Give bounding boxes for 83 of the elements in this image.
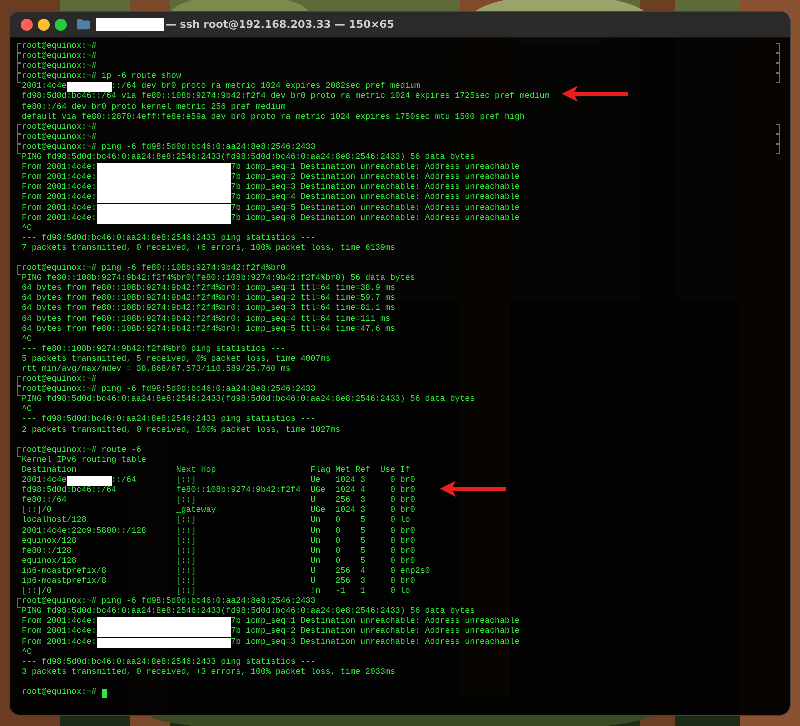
terminal-text: 7b icmp_seq=1 Destination unreachable: Address unreachable bbox=[231, 617, 520, 627]
terminal-line: rtt min/avg/max/mdev = 38.868/67.573/110.589/25.760 ms bbox=[22, 365, 291, 375]
terminal-line: 64 bytes from fe80::108b:9274:9b42:f2f4%br0: icmp_seq=1 ttl=64 time=38.9 ms bbox=[22, 284, 396, 294]
terminal-text: 7b icmp_seq=3 Destination unreachable: Address unreachable bbox=[231, 183, 520, 193]
terminal-line: default via fe80::2870:4eff:fe8e:e59a dev br0 proto ra metric 1024 expires 1750sec mtu 1500 pref high bbox=[22, 112, 525, 123]
terminal-line: ^C bbox=[22, 405, 32, 416]
terminal-text: 2001:4c4e bbox=[22, 82, 67, 92]
terminal-text: 7b icmp_seq=3 Destination unreachable: Address unreachable bbox=[231, 638, 520, 648]
terminal-line: root@equinox:~# ping -6 fe80::108b:9274:9b42:f2f4%br0 bbox=[22, 264, 286, 274]
text-cursor bbox=[102, 688, 107, 698]
terminal-line: 64 bytes from fe80::108b:9274:9b42:f2f4%br0: icmp_seq=5 ttl=64 time=47.6 ms bbox=[22, 324, 396, 335]
terminal-text: 7b icmp_seq=2 Destination unreachable: Address unreachable bbox=[231, 173, 520, 183]
terminal-line: Kernel IPv6 routing table bbox=[22, 456, 146, 466]
close-button[interactable] bbox=[21, 18, 33, 30]
terminal-line: PING fd98:5d0d:bc46:0:aa24:8e8:2546:2433(fd98:5d0d:bc46:0:aa24:8e8:2546:2433) 56 data bytes bbox=[22, 153, 476, 163]
terminal-line: equinox/128 [::] Un 0 5 0 br0 bbox=[22, 536, 416, 547]
arrow-icon bbox=[440, 481, 506, 497]
terminal-line: [::]/0 _gateway UGe 1024 3 0 br0 bbox=[22, 506, 416, 516]
terminal-line: 2001:4c4e:22c9:5800::/128 [::] Un 0 5 0 br0 bbox=[22, 526, 416, 537]
window-title: — ssh root@192.168.203.33 — 150×65 bbox=[166, 18, 394, 30]
terminal-text: ::/64 dev br0 proto ra metric 1024 expires 2082sec pref medium bbox=[112, 82, 420, 92]
terminal-line: fe80::/64 [::] U 256 3 0 br0 bbox=[22, 496, 416, 506]
terminal-text: From 2001:4c4e: bbox=[22, 193, 97, 204]
terminal-line: root@equinox:~# bbox=[22, 122, 97, 133]
terminal-line: fe80::/64 dev br0 proto kernel metric 256 pref medium bbox=[22, 102, 286, 113]
terminal-line: 7 packets transmitted, 0 received, +6 errors, 100% packet loss, time 6139ms bbox=[22, 244, 396, 254]
terminal-line: root@equinox:~# route -6 bbox=[22, 446, 142, 456]
terminal-line: 3 packets transmitted, 0 received, +3 errors, 100% packet loss, time 2033ms bbox=[22, 668, 396, 678]
terminal-line: root@equinox:~# bbox=[22, 42, 97, 52]
terminal-text: ::/64 [::] Ue 1024 3 0 br0 bbox=[112, 476, 416, 486]
terminal-line: root@equinox:~# bbox=[22, 132, 97, 143]
terminal-line: ip6-mcastprefix/8 [::] U 256 3 0 br0 bbox=[22, 576, 416, 587]
terminal-line: root@equinox:~# ip -6 route show bbox=[22, 72, 182, 82]
terminal-line: root@equinox:~# ping -6 fd98:5d0d:bc46:0:aa24:8e8:2546:2433 bbox=[22, 142, 316, 153]
terminal-line: ip6-mcastprefix/8 [::] U 256 4 0 enp2s0 bbox=[22, 566, 430, 577]
minimize-button[interactable] bbox=[38, 18, 50, 30]
terminal-line: root@equinox:~# bbox=[22, 375, 97, 385]
redaction-box bbox=[66, 476, 112, 486]
zoom-button[interactable] bbox=[55, 18, 67, 30]
terminal-line: --- fd98:5d0d:bc46:0:aa24:8e8:2546:2433 ping statistics --- bbox=[22, 658, 316, 668]
terminal-line: root@equinox:~# bbox=[22, 62, 97, 72]
terminal-text: 7b icmp_seq=1 Destination unreachable: Address unreachable bbox=[231, 163, 520, 173]
terminal-line: Destination Next Hop Flag Met Ref Use If bbox=[22, 466, 410, 476]
terminal-text: From 2001:4c4e: bbox=[22, 163, 97, 174]
terminal-text: 7b icmp_seq=2 Destination unreachable: Address unreachable bbox=[231, 627, 520, 638]
terminal-line: fe80::/128 [::] Un 0 5 0 br0 bbox=[22, 546, 416, 557]
terminal-text: From 2001:4c4e: bbox=[22, 638, 97, 648]
terminal-line: PING fd98:5d0d:bc46:0:aa24:8e8:2546:2433(fd98:5d0d:bc46:0:aa24:8e8:2546:2433) 56 data bytes bbox=[22, 395, 476, 406]
terminal-line: root@equinox:~# ping -6 fd98:5d0d:bc46:0:aa24:8e8:2546:2433 bbox=[22, 385, 316, 395]
folder-icon bbox=[77, 19, 90, 30]
terminal-text: From 2001:4c4e: bbox=[22, 627, 97, 638]
terminal-line: 5 packets transmitted, 5 received, 0% packet loss, time 4007ms bbox=[22, 354, 331, 365]
terminal-text: 2001:4c4e bbox=[22, 476, 67, 486]
terminal-line: root@equinox:~# ping -6 fd98:5d0d:bc46:0:aa24:8e8:2546:2433 bbox=[22, 597, 316, 607]
terminal-line: root@equinox:~# bbox=[22, 52, 97, 62]
terminal-line: ^C bbox=[22, 334, 32, 345]
terminal-prompt: root@equinox:~# bbox=[22, 688, 97, 698]
terminal-line: [::]/0 [::] !n -1 1 0 lo bbox=[22, 587, 410, 597]
terminal-text: From 2001:4c4e: bbox=[22, 204, 97, 214]
terminal-line: --- fd98:5d0d:bc46:0:aa24:8e8:2546:2433 ping statistics --- bbox=[22, 415, 316, 426]
terminal-text: From 2001:4c4e: bbox=[22, 173, 97, 184]
terminal-line: equinox/128 [::] Un 0 5 0 br0 bbox=[22, 556, 416, 567]
terminal-line: ^C bbox=[22, 648, 32, 658]
terminal-line: ^C bbox=[22, 224, 32, 234]
arrow-icon bbox=[562, 86, 628, 102]
terminal-line: PING fd98:5d0d:bc46:0:aa24:8e8:2546:2433(fd98:5d0d:bc46:0:aa24:8e8:2546:2433) 56 data bytes bbox=[22, 607, 476, 617]
terminal-line: 2 packets transmitted, 0 received, 100% packet loss, time 1027ms bbox=[22, 426, 341, 436]
terminal-text: From 2001:4c4e: bbox=[22, 617, 97, 628]
terminal-line: PING fe80::108b:9274:9b42:f2f4%br0(fe80::108b:9274:9b42:f2f4%br0) 56 data bytes bbox=[22, 274, 416, 284]
terminal-text: From 2001:4c4e: bbox=[22, 183, 97, 194]
terminal-line: fd98:5d0d:bc46::/64 via fe80::108b:9274:9b42:f2f4 dev br0 proto ra metric 1024 expires 1725sec pref medium bbox=[22, 92, 550, 103]
terminal-line: 64 bytes from fe80::108b:9274:9b42:f2f4%br0: icmp_seq=3 ttl=64 time=81.1 ms bbox=[22, 304, 396, 315]
terminal-text: 7b icmp_seq=4 Destination unreachable: Address unreachable bbox=[231, 193, 520, 204]
redaction-box bbox=[66, 82, 112, 92]
terminal-line: fd98:5d0d:bc46::/64 fe80::108b:9274:9b42:f2f4 UGe 1024 4 0 br0 bbox=[22, 486, 416, 496]
terminal-text: From 2001:4c4e: bbox=[22, 214, 97, 224]
terminal-line: --- fd98:5d0d:bc46:0:aa24:8e8:2546:2433 ping statistics --- bbox=[22, 234, 316, 244]
terminal-line: localhost/128 [::] Un 0 5 0 lo bbox=[22, 516, 410, 526]
terminal-line: --- fe80::108b:9274:9b42:f2f4%br0 ping statistics --- bbox=[22, 344, 286, 355]
terminal-text: 7b icmp_seq=5 Destination unreachable: Address unreachable bbox=[231, 204, 520, 214]
terminal-line: 64 bytes from fe80::108b:9274:9b42:f2f4%br0: icmp_seq=4 ttl=64 time=111 ms bbox=[22, 314, 390, 325]
terminal-line: 64 bytes from fe80::108b:9274:9b42:f2f4%br0: icmp_seq=2 ttl=64 time=59.7 ms bbox=[22, 294, 396, 304]
terminal-text: 7b icmp_seq=6 Destination unreachable: Address unreachable bbox=[231, 214, 520, 224]
